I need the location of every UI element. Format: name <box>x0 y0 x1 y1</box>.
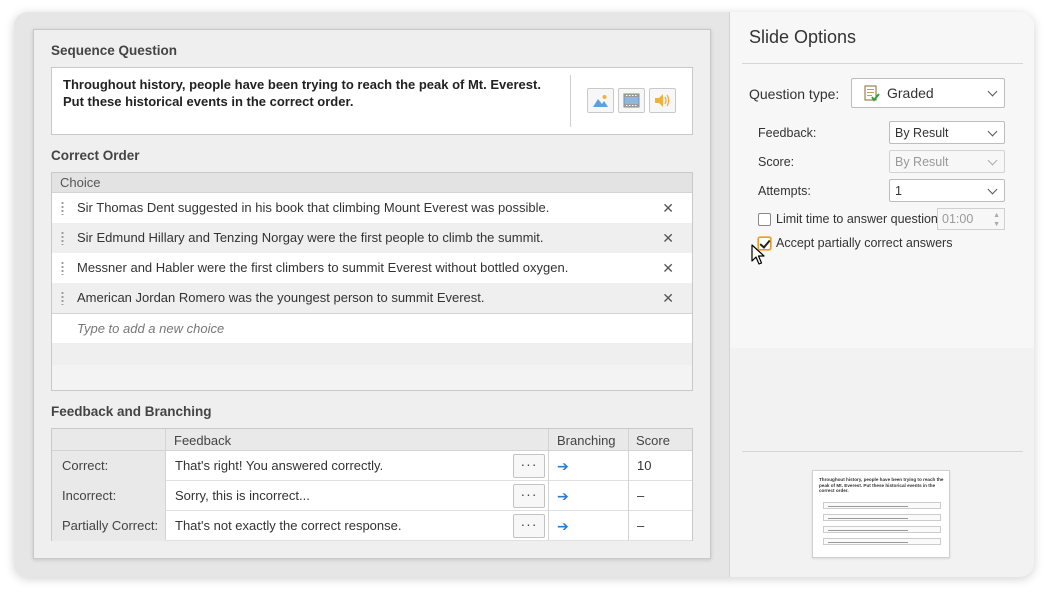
score-value[interactable]: – <box>637 481 644 511</box>
score-value[interactable]: 10 <box>637 451 651 481</box>
column-divider <box>548 429 549 540</box>
thumbnail-row <box>823 538 941 545</box>
insert-audio-button[interactable] <box>649 88 676 113</box>
choice-row[interactable]: Messner and Habler were the first climbe… <box>52 253 692 283</box>
branching-column-header: Branching <box>557 433 616 448</box>
chevron-down-icon <box>987 86 998 97</box>
question-editor-panel: Sequence Question Throughout history, pe… <box>33 29 711 559</box>
choice-column-header: Choice <box>52 173 692 193</box>
feedback-row-label: Correct: <box>52 451 166 481</box>
slide-options-panel: Slide Options Question type: Graded Feed… <box>729 12 1034 577</box>
limit-time-label: Limit time to answer question: <box>776 212 942 226</box>
delete-choice-icon[interactable]: ✕ <box>662 253 674 283</box>
attempts-label: Attempts: <box>758 184 811 198</box>
video-icon <box>623 93 640 108</box>
feedback-row-label: Partially Correct: <box>52 511 166 541</box>
delete-choice-icon[interactable]: ✕ <box>662 223 674 253</box>
thumbnail-row <box>823 514 941 521</box>
feedback-table-header: Feedback Branching Score <box>52 429 692 451</box>
feedback-label: Feedback: <box>758 126 817 140</box>
question-line-2: Put these historical events in the corre… <box>63 94 354 109</box>
more-options-button[interactable]: ··· <box>513 514 545 538</box>
accept-partial-label: Accept partially correct answers <box>776 236 953 250</box>
question-text-box[interactable]: Throughout history, people have been try… <box>51 67 693 135</box>
drag-handle-icon[interactable] <box>61 261 64 275</box>
insert-video-button[interactable] <box>618 88 645 113</box>
question-text[interactable]: Throughout history, people have been try… <box>63 76 563 110</box>
branching-arrow-icon[interactable]: ➔ <box>557 481 569 511</box>
delete-choice-icon[interactable]: ✕ <box>662 193 674 223</box>
choice-row[interactable]: Sir Thomas Dent suggested in his book th… <box>52 193 692 223</box>
attempts-dropdown[interactable]: 1 <box>889 179 1005 202</box>
thumbnail-row <box>823 502 941 509</box>
chevron-down-icon <box>987 184 998 194</box>
question-box-divider <box>570 75 571 127</box>
choice-row[interactable]: American Jordan Romero was the youngest … <box>52 283 692 313</box>
limit-time-checkbox[interactable] <box>758 213 771 226</box>
thumbnail-title: Throughout history, people have been try… <box>819 477 944 494</box>
feedback-text[interactable]: Sorry, this is incorrect... <box>175 481 310 511</box>
spin-down-icon[interactable]: ▼ <box>993 221 1000 228</box>
feedback-text[interactable]: That's right! You answered correctly. <box>175 451 383 481</box>
choice-text[interactable]: Messner and Habler were the first climbe… <box>77 260 568 275</box>
feedback-text[interactable]: That's not exactly the correct response. <box>175 511 401 541</box>
time-limit-input[interactable]: 01:00 ▲ ▼ <box>937 208 1005 230</box>
add-choice-input[interactable]: Type to add a new choice <box>52 313 692 343</box>
question-type-dropdown[interactable]: Graded <box>851 78 1005 108</box>
drag-handle-icon[interactable] <box>61 291 64 305</box>
feedback-row-label: Incorrect: <box>52 481 166 511</box>
question-type-value: Graded <box>887 85 934 101</box>
question-line-1: Throughout history, people have been try… <box>63 77 541 92</box>
image-icon <box>593 95 608 107</box>
correct-order-title: Correct Order <box>51 148 140 163</box>
chevron-down-icon <box>987 155 998 165</box>
slide-options-title: Slide Options <box>749 27 857 47</box>
more-options-button[interactable]: ··· <box>513 484 545 508</box>
divider <box>742 63 1023 64</box>
column-divider <box>628 429 629 540</box>
feedback-row-incorrect: Incorrect: Sorry, this is incorrect... ·… <box>52 481 692 511</box>
question-type-label: Question type: <box>749 86 840 102</box>
feedback-section-title: Feedback and Branching <box>51 404 212 419</box>
choice-text[interactable]: Sir Edmund Hillary and Tenzing Norgay we… <box>77 230 544 245</box>
score-value[interactable]: – <box>637 511 644 541</box>
divider <box>742 451 1023 452</box>
audio-icon <box>655 94 670 107</box>
feedback-dropdown[interactable]: By Result <box>889 121 1005 144</box>
score-label: Score: <box>758 155 795 169</box>
choice-text[interactable]: Sir Thomas Dent suggested in his book th… <box>77 200 549 215</box>
choice-row[interactable]: Sir Edmund Hillary and Tenzing Norgay we… <box>52 223 692 253</box>
score-dropdown-value: By Result <box>895 155 949 169</box>
app-window: Sequence Question Throughout history, pe… <box>14 12 1034 577</box>
drag-handle-icon[interactable] <box>61 231 64 245</box>
feedback-row-correct: Correct: That's right! You answered corr… <box>52 451 692 481</box>
score-dropdown[interactable]: By Result <box>889 150 1005 173</box>
feedback-table: Feedback Branching Score Correct: That's… <box>51 428 693 541</box>
branching-arrow-icon[interactable]: ➔ <box>557 511 569 541</box>
spin-up-icon[interactable]: ▲ <box>993 212 1000 219</box>
insert-image-button[interactable] <box>587 88 614 113</box>
empty-row <box>52 343 692 365</box>
choices-list: Choice Sir Thomas Dent suggested in his … <box>51 172 693 391</box>
delete-choice-icon[interactable]: ✕ <box>662 283 674 313</box>
graded-icon <box>864 85 880 102</box>
chevron-down-icon <box>987 126 998 136</box>
more-options-button[interactable]: ··· <box>513 454 545 478</box>
attempts-dropdown-value: 1 <box>895 184 902 198</box>
question-section-title: Sequence Question <box>51 43 178 58</box>
choice-text[interactable]: American Jordan Romero was the youngest … <box>77 290 485 305</box>
feedback-row-partially-correct: Partially Correct: That's not exactly th… <box>52 511 692 541</box>
drag-handle-icon[interactable] <box>61 201 64 215</box>
column-divider <box>165 429 166 540</box>
thumbnail-row <box>823 526 941 533</box>
slide-thumbnail[interactable]: Throughout history, people have been try… <box>812 470 950 558</box>
feedback-column-header: Feedback <box>174 433 232 448</box>
mouse-cursor-icon <box>751 244 765 265</box>
time-limit-value: 01:00 <box>942 212 974 226</box>
score-column-header: Score <box>636 433 670 448</box>
branching-arrow-icon[interactable]: ➔ <box>557 451 569 481</box>
feedback-dropdown-value: By Result <box>895 126 949 140</box>
